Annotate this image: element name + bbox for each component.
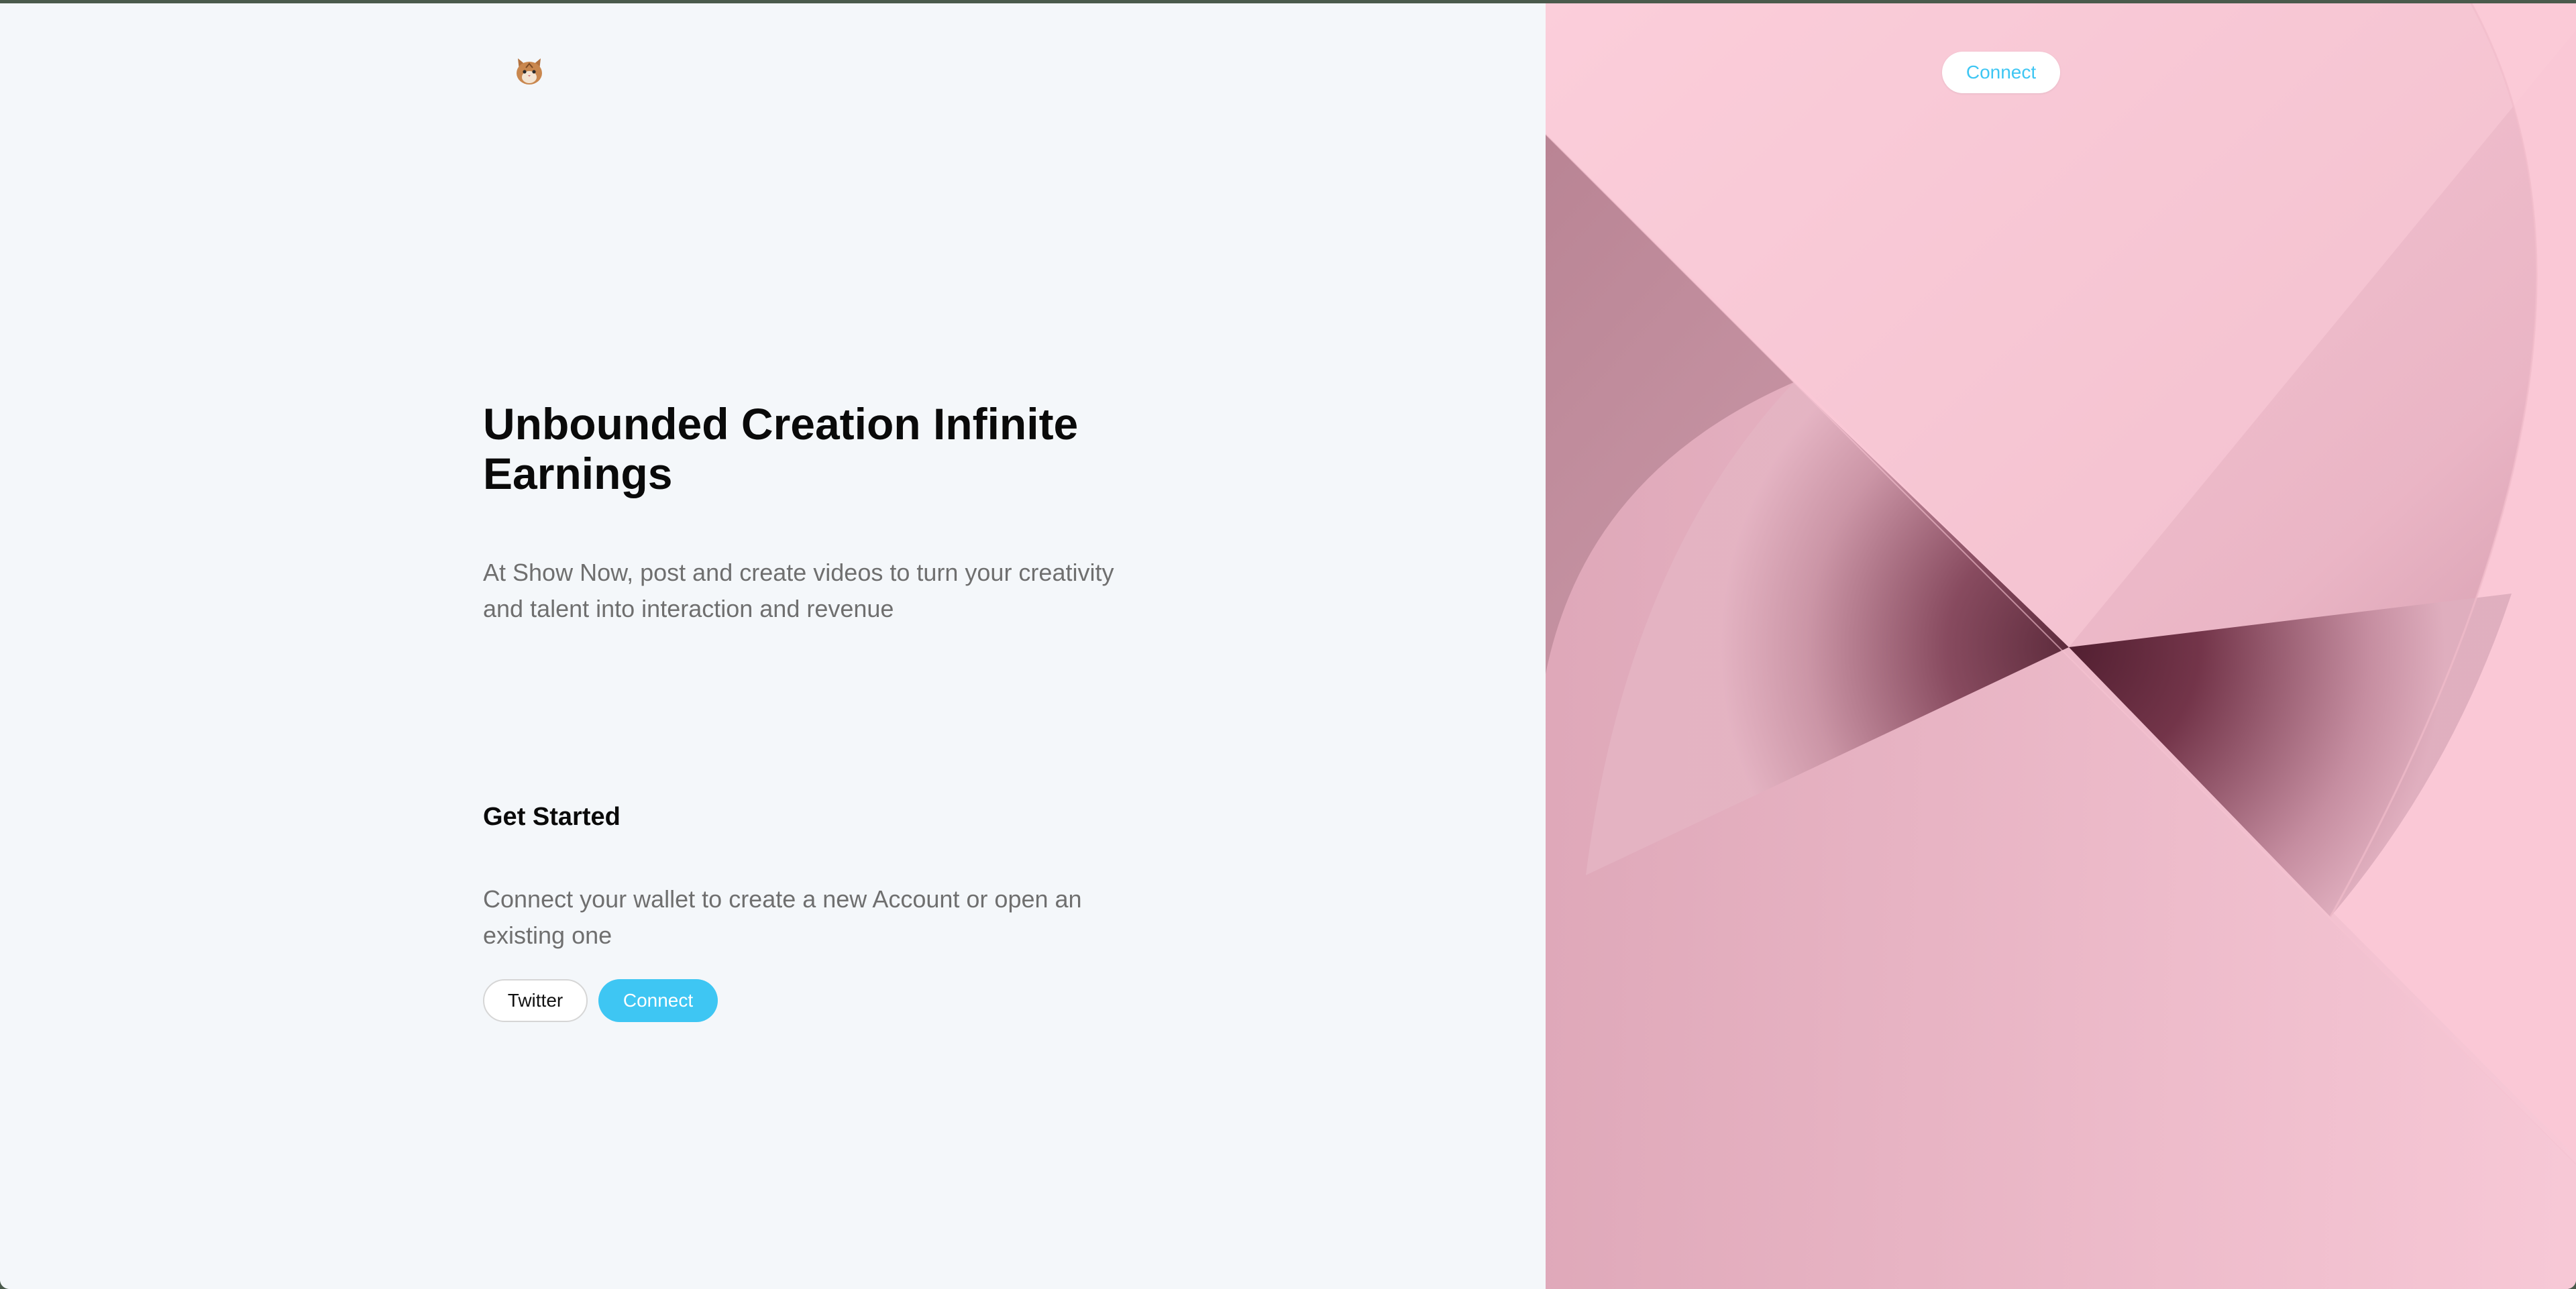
left-panel: Unbounded Creation Infinite Earnings At …: [0, 3, 1546, 1289]
get-started-actions: Twitter Connect: [483, 979, 718, 1022]
app-window: Unbounded Creation Infinite Earnings At …: [0, 3, 2576, 1289]
get-started-title: Get Started: [483, 803, 621, 831]
twitter-button[interactable]: Twitter: [483, 979, 588, 1022]
header-connect-button[interactable]: Connect: [1942, 52, 2060, 93]
abstract-pink-artwork: [1546, 3, 2576, 1289]
connect-wallet-button[interactable]: Connect: [598, 979, 718, 1022]
hero-title: Unbounded Creation Infinite Earnings: [483, 399, 1079, 498]
hero-subtitle: At Show Now, post and create videos to t…: [483, 559, 1114, 622]
cat-face-icon[interactable]: [513, 54, 546, 88]
get-started-description: Connect your wallet to create a new Acco…: [483, 885, 1082, 949]
hero-artwork: [1546, 3, 2576, 1289]
